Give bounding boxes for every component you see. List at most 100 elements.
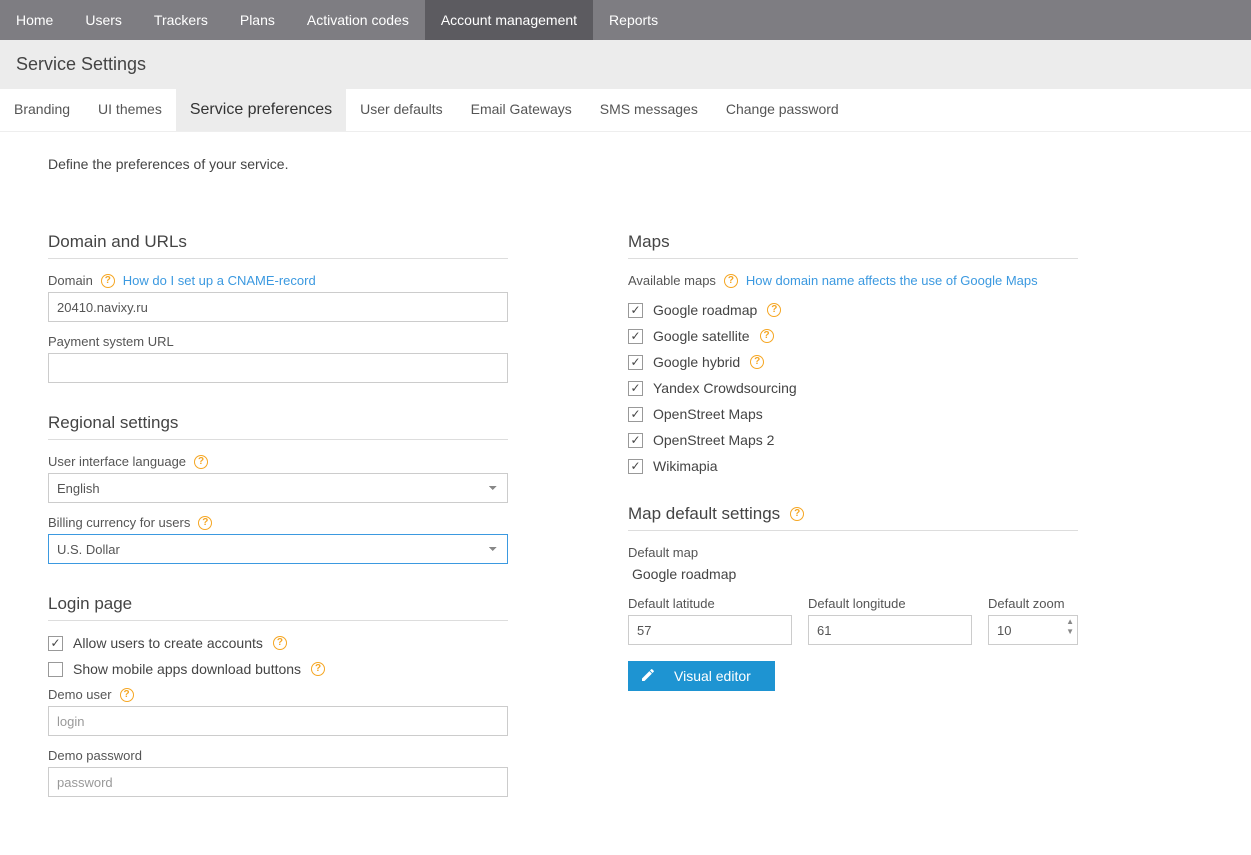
map-option-label: OpenStreet Maps xyxy=(653,406,763,422)
default-map-value: Google roadmap xyxy=(628,564,1078,584)
payment-url-input[interactable] xyxy=(48,353,508,383)
domain-help-link[interactable]: How do I set up a CNAME-record xyxy=(123,273,316,288)
default-lat-label: Default latitude xyxy=(628,596,792,611)
divider xyxy=(48,258,508,259)
help-icon[interactable]: ? xyxy=(194,455,208,469)
help-icon[interactable]: ? xyxy=(198,516,212,530)
available-maps-label-text: Available maps xyxy=(628,273,716,288)
map-checkbox[interactable] xyxy=(628,355,643,370)
map-checkbox[interactable] xyxy=(628,459,643,474)
available-maps-label: Available maps ? How domain name affects… xyxy=(628,273,1078,288)
map-checkbox[interactable] xyxy=(628,381,643,396)
map-option-row: OpenStreet Maps 2 xyxy=(628,432,1078,448)
allow-create-checkbox[interactable] xyxy=(48,636,63,651)
help-icon[interactable]: ? xyxy=(767,303,781,317)
map-checkbox[interactable] xyxy=(628,303,643,318)
tab-sms-messages[interactable]: SMS messages xyxy=(586,89,712,131)
language-label: User interface language ? xyxy=(48,454,508,469)
allow-create-row: Allow users to create accounts ? xyxy=(48,635,508,651)
currency-label: Billing currency for users ? xyxy=(48,515,508,530)
section-maps: Maps Available maps ? How domain name af… xyxy=(628,232,1078,474)
nav-item-reports[interactable]: Reports xyxy=(593,0,674,40)
tab-service-preferences[interactable]: Service preferences xyxy=(176,89,346,131)
show-mobile-label: Show mobile apps download buttons xyxy=(73,661,301,677)
page-title: Service Settings xyxy=(0,40,1251,89)
demo-password-label: Demo password xyxy=(48,748,508,763)
section-title-map-defaults: Map default settings ? xyxy=(628,504,1078,524)
map-checkbox[interactable] xyxy=(628,329,643,344)
nav-item-home[interactable]: Home xyxy=(0,0,69,40)
tab-email-gateways[interactable]: Email Gateways xyxy=(457,89,586,131)
top-nav: HomeUsersTrackersPlansActivation codesAc… xyxy=(0,0,1251,40)
map-option-label: Google satellite xyxy=(653,328,750,344)
tab-ui-themes[interactable]: UI themes xyxy=(84,89,176,131)
section-title-login: Login page xyxy=(48,594,508,614)
section-title-maps: Maps xyxy=(628,232,1078,252)
section-domain: Domain and URLs Domain ? How do I set up… xyxy=(48,232,508,383)
demo-password-input[interactable] xyxy=(48,767,508,797)
default-lon-input[interactable] xyxy=(808,615,972,645)
tab-user-defaults[interactable]: User defaults xyxy=(346,89,456,131)
default-zoom-label: Default zoom xyxy=(988,596,1078,611)
allow-create-label: Allow users to create accounts xyxy=(73,635,263,651)
help-icon[interactable]: ? xyxy=(760,329,774,343)
default-zoom-input[interactable] xyxy=(988,615,1078,645)
help-icon[interactable]: ? xyxy=(790,507,804,521)
nav-item-users[interactable]: Users xyxy=(69,0,138,40)
demo-user-label: Demo user ? xyxy=(48,687,508,702)
section-title-regional: Regional settings xyxy=(48,413,508,433)
map-option-row: Google satellite? xyxy=(628,328,1078,344)
section-regional: Regional settings User interface languag… xyxy=(48,413,508,564)
help-icon[interactable]: ? xyxy=(750,355,764,369)
maps-help-link[interactable]: How domain name affects the use of Googl… xyxy=(746,273,1038,288)
map-option-row: Google hybrid? xyxy=(628,354,1078,370)
domain-input[interactable] xyxy=(48,292,508,322)
domain-label-text: Domain xyxy=(48,273,93,288)
demo-user-input[interactable] xyxy=(48,706,508,736)
language-select[interactable]: English xyxy=(48,473,508,503)
tab-change-password[interactable]: Change password xyxy=(712,89,853,131)
nav-item-plans[interactable]: Plans xyxy=(224,0,291,40)
currency-select[interactable]: U.S. Dollar xyxy=(48,534,508,564)
map-option-row: OpenStreet Maps xyxy=(628,406,1078,422)
intro-text: Define the preferences of your service. xyxy=(0,132,1251,172)
default-lat-input[interactable] xyxy=(628,615,792,645)
tab-branding[interactable]: Branding xyxy=(0,89,84,131)
map-option-row: Yandex Crowdsourcing xyxy=(628,380,1078,396)
visual-editor-button[interactable]: Visual editor xyxy=(628,661,775,691)
default-map-label: Default map xyxy=(628,545,1078,560)
show-mobile-checkbox[interactable] xyxy=(48,662,63,677)
tabs: BrandingUI themesService preferencesUser… xyxy=(0,89,1251,132)
divider xyxy=(628,530,1078,531)
section-map-defaults: Map default settings ? Default map Googl… xyxy=(628,504,1078,691)
pencil-icon xyxy=(640,667,656,686)
help-icon[interactable]: ? xyxy=(311,662,325,676)
default-lon-label: Default longitude xyxy=(808,596,972,611)
demo-user-label-text: Demo user xyxy=(48,687,112,702)
divider xyxy=(48,439,508,440)
help-icon[interactable]: ? xyxy=(120,688,134,702)
divider xyxy=(628,258,1078,259)
visual-editor-label: Visual editor xyxy=(674,668,751,684)
currency-label-text: Billing currency for users xyxy=(48,515,190,530)
help-icon[interactable]: ? xyxy=(101,274,115,288)
maps-list: Google roadmap?Google satellite?Google h… xyxy=(628,302,1078,474)
zoom-spinner-arrows[interactable]: ▲▼ xyxy=(1066,618,1074,636)
help-icon[interactable]: ? xyxy=(273,636,287,650)
map-checkbox[interactable] xyxy=(628,407,643,422)
map-option-label: OpenStreet Maps 2 xyxy=(653,432,774,448)
domain-label: Domain ? How do I set up a CNAME-record xyxy=(48,273,508,288)
section-login: Login page Allow users to create account… xyxy=(48,594,508,797)
show-mobile-row: Show mobile apps download buttons ? xyxy=(48,661,508,677)
nav-item-activation-codes[interactable]: Activation codes xyxy=(291,0,425,40)
nav-item-trackers[interactable]: Trackers xyxy=(138,0,224,40)
language-label-text: User interface language xyxy=(48,454,186,469)
map-checkbox[interactable] xyxy=(628,433,643,448)
map-option-label: Google hybrid xyxy=(653,354,740,370)
section-title-domain: Domain and URLs xyxy=(48,232,508,252)
nav-item-account-management[interactable]: Account management xyxy=(425,0,593,40)
divider xyxy=(48,620,508,621)
map-option-label: Yandex Crowdsourcing xyxy=(653,380,797,396)
help-icon[interactable]: ? xyxy=(724,274,738,288)
map-option-label: Google roadmap xyxy=(653,302,757,318)
